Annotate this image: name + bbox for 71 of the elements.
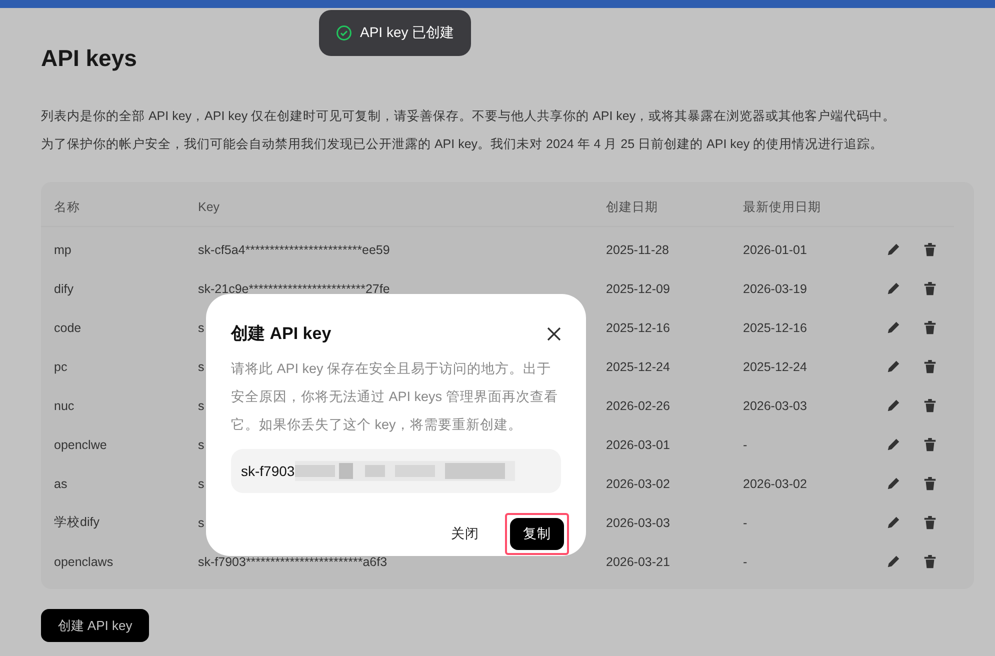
table-cell: 2026-03-21 bbox=[606, 554, 670, 568]
key-text: sk-f7903 bbox=[241, 463, 295, 479]
dialog-message: 请将此 API key 保存在安全且易于访问的地方。出于安全原因，你将无法通过 API keys 管理界面再次查看它。如果你丢失了这个 key，将需要重新创建。 bbox=[231, 360, 559, 434]
table-cell: s bbox=[198, 476, 204, 490]
delete-icon[interactable] bbox=[923, 437, 937, 452]
table-cell: as bbox=[54, 476, 68, 490]
table-cell: 2026-01-01 bbox=[743, 242, 807, 256]
table-cell: s bbox=[198, 360, 204, 374]
copy-button[interactable]: 复制 bbox=[510, 518, 564, 550]
close-button[interactable]: 关闭 bbox=[445, 519, 485, 549]
page-title: API keys bbox=[41, 45, 138, 72]
column-header: 创建日期 bbox=[606, 198, 658, 216]
table-cell: - bbox=[743, 554, 748, 568]
edit-icon[interactable] bbox=[886, 554, 901, 569]
description-text: 列表内是你的全部 API key，API key 仅在创建时可见可复制，请妥善保存。不要与他人共享你的 API key，或将其暴露在浏览器或其他客户端代码中。 bbox=[41, 108, 897, 125]
edit-icon[interactable] bbox=[886, 359, 901, 374]
toast-text: API key 已创建 bbox=[360, 24, 454, 42]
column-header: Key bbox=[198, 200, 220, 214]
create-key-button[interactable]: 创建 API key bbox=[41, 609, 149, 642]
table-cell: 2026-02-26 bbox=[606, 398, 670, 412]
edit-icon[interactable] bbox=[886, 398, 901, 413]
table-cell: s bbox=[198, 398, 204, 412]
delete-icon[interactable] bbox=[923, 281, 937, 296]
table-cell: mp bbox=[54, 242, 72, 256]
table-cell: 2026-03-02 bbox=[606, 476, 670, 490]
edit-icon[interactable] bbox=[886, 281, 901, 296]
table-cell: sk-21c9e************************27fe bbox=[198, 282, 390, 296]
table-cell: 2026-03-03 bbox=[743, 398, 807, 412]
check-circle-icon bbox=[336, 25, 352, 41]
description-text: 为了保护你的帐户安全，我们可能会自动禁用我们发现已公开泄露的 API key。我们未对 2024 年 4 月 25 日前创建的 API key 的使用情况进行追踪。 bbox=[41, 136, 884, 153]
edit-icon[interactable] bbox=[886, 320, 901, 335]
table-cell: sk-f7903************************a6f3 bbox=[198, 554, 388, 568]
table-cell: openclaws bbox=[54, 554, 114, 568]
close-icon[interactable] bbox=[547, 326, 561, 340]
column-header: 最新使用日期 bbox=[743, 198, 821, 216]
table-cell: 2025-12-16 bbox=[743, 320, 807, 334]
table-cell: - bbox=[743, 438, 748, 452]
delete-icon[interactable] bbox=[923, 398, 937, 413]
table-cell: - bbox=[743, 516, 748, 530]
table-cell: pc bbox=[54, 360, 68, 374]
column-header: 名称 bbox=[54, 198, 80, 216]
table-cell: code bbox=[54, 320, 82, 334]
delete-icon[interactable] bbox=[923, 359, 937, 374]
delete-icon[interactable] bbox=[923, 554, 937, 569]
edit-icon[interactable] bbox=[886, 437, 901, 452]
delete-icon[interactable] bbox=[923, 320, 937, 335]
table-cell: 2025-12-16 bbox=[606, 320, 670, 334]
edit-icon[interactable] bbox=[886, 242, 901, 257]
table-cell: 2025-12-09 bbox=[606, 282, 670, 296]
edit-icon[interactable] bbox=[886, 476, 901, 491]
delete-icon[interactable] bbox=[923, 242, 937, 257]
table-cell: sk-cf5a4************************ee59 bbox=[198, 242, 390, 256]
table-cell: openclwe bbox=[54, 438, 107, 452]
table-cell: 2026-03-01 bbox=[606, 438, 670, 452]
table-cell: 学校dify bbox=[54, 514, 100, 531]
table-cell: 2026-03-02 bbox=[743, 476, 807, 490]
table-cell: 2025-12-24 bbox=[606, 360, 670, 374]
table-cell: 2026-03-03 bbox=[606, 516, 670, 530]
table-cell: dify bbox=[54, 282, 74, 296]
table-cell: s bbox=[198, 438, 204, 452]
table-cell: nuc bbox=[54, 398, 74, 412]
delete-icon[interactable] bbox=[923, 515, 937, 530]
table-cell: 2025-11-28 bbox=[606, 242, 670, 256]
table-cell: s bbox=[198, 320, 204, 334]
table-cell: 2026-03-19 bbox=[743, 282, 807, 296]
key-field[interactable]: sk-f7903 bbox=[231, 449, 561, 493]
delete-icon[interactable] bbox=[923, 476, 937, 491]
dialog-title: 创建 API key bbox=[231, 323, 332, 345]
edit-icon[interactable] bbox=[886, 515, 901, 530]
table-cell: 2025-12-24 bbox=[743, 360, 807, 374]
table-cell: s bbox=[198, 516, 204, 530]
